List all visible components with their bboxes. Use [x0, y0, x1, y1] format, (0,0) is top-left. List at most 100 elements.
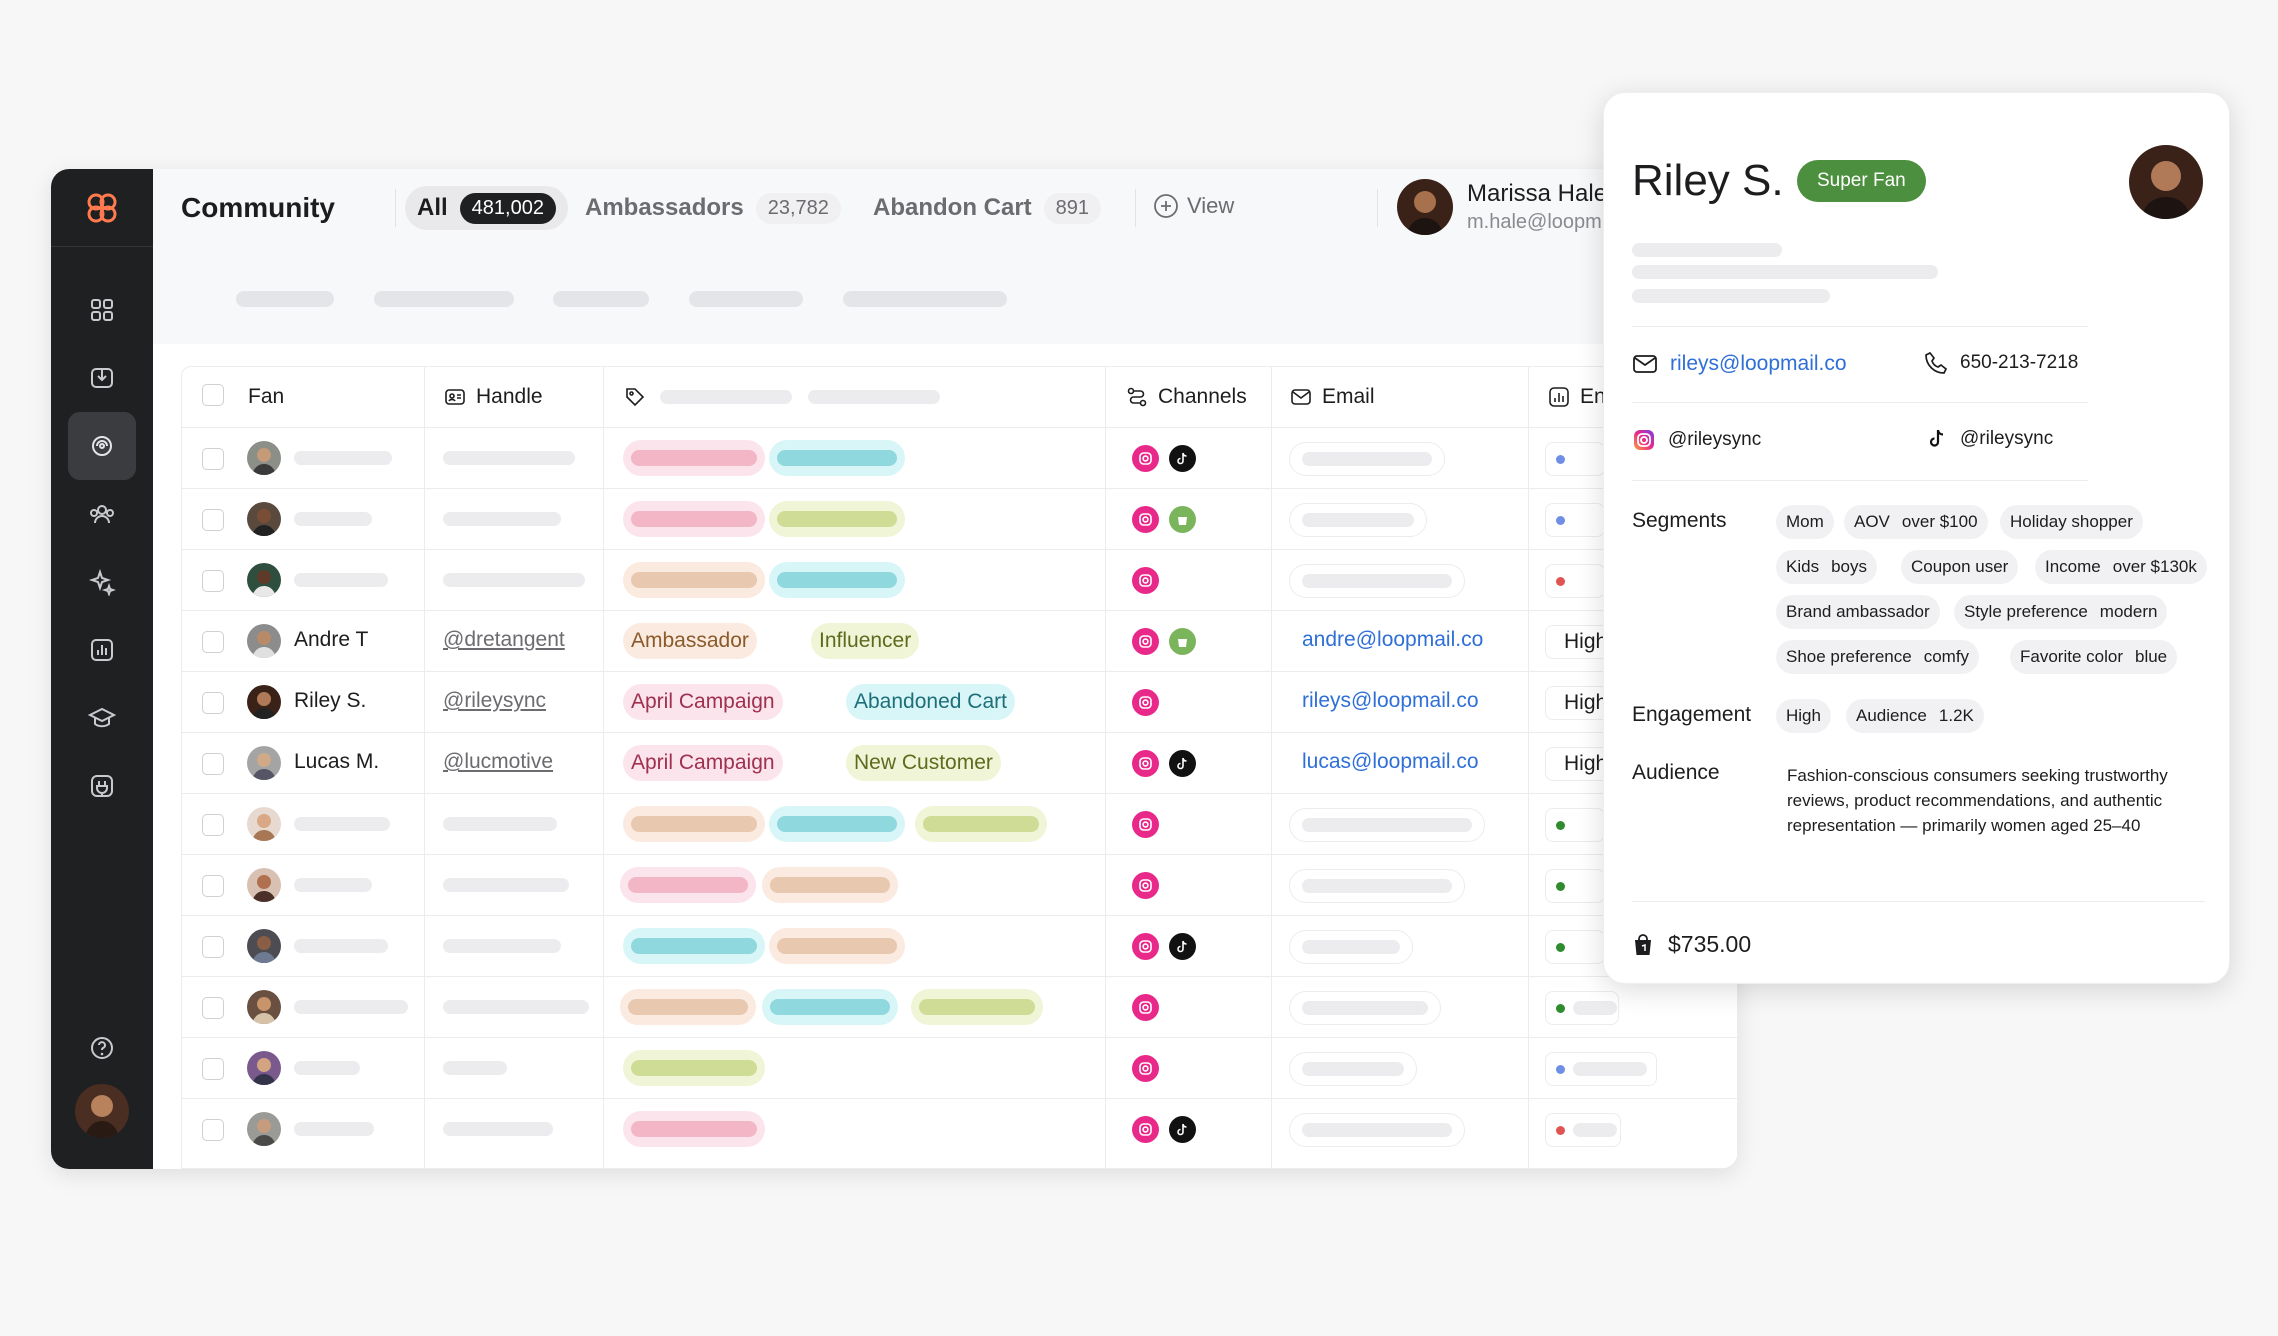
profile-instagram[interactable]: @rileysync [1632, 428, 1761, 452]
table-row[interactable] [182, 427, 1738, 488]
user-profile[interactable]: Marissa Hale m.hale@loopm [1397, 179, 1607, 235]
tiktok-icon[interactable] [1169, 750, 1196, 777]
tag-chip[interactable]: New Customer [846, 745, 1001, 781]
filter-placeholder[interactable] [553, 291, 649, 307]
row-checkbox[interactable] [202, 448, 224, 470]
segment-chip[interactable]: Holiday shopper [2000, 505, 2143, 539]
row-checkbox[interactable] [202, 509, 224, 531]
instagram-icon[interactable] [1132, 628, 1159, 655]
add-view-button[interactable]: View [1153, 193, 1234, 219]
instagram-icon[interactable] [1132, 933, 1159, 960]
instagram-icon[interactable] [1132, 567, 1159, 594]
nav-community[interactable] [68, 412, 136, 480]
column-header-email[interactable]: Email [1290, 367, 1375, 427]
fan-email[interactable]: andre@loopmail.co [1302, 628, 1483, 652]
column-header-handle[interactable]: Handle [444, 367, 543, 427]
nav-learn[interactable] [68, 684, 136, 752]
segment-chip[interactable]: AOV over $100 [1844, 505, 1988, 539]
tiktok-icon[interactable] [1169, 445, 1196, 472]
instagram-icon[interactable] [1132, 506, 1159, 533]
instagram-icon[interactable] [1132, 750, 1159, 777]
fan-email[interactable]: lucas@loopmail.co [1302, 750, 1479, 774]
row-checkbox[interactable] [202, 570, 224, 592]
nav-ai[interactable] [68, 548, 136, 616]
row-checkbox[interactable] [202, 936, 224, 958]
fan-email[interactable]: rileys@loopmail.co [1302, 689, 1479, 713]
instagram-icon[interactable] [1132, 994, 1159, 1021]
column-header-tags[interactable] [624, 367, 940, 427]
row-checkbox[interactable] [202, 631, 224, 653]
fan-handle[interactable]: @dretangent [443, 628, 565, 652]
table-row[interactable] [182, 915, 1738, 976]
instagram-icon[interactable] [1132, 445, 1159, 472]
table-row[interactable]: Riley S. @rileysync April Campaign Aband… [182, 671, 1738, 732]
filter-placeholder[interactable] [843, 291, 1007, 307]
tiktok-icon[interactable] [1169, 933, 1196, 960]
row-checkbox[interactable] [202, 997, 224, 1019]
table-row[interactable] [182, 854, 1738, 915]
segment-chip[interactable]: Style preference modern [1954, 595, 2168, 629]
table-row[interactable] [182, 549, 1738, 610]
column-header-channels[interactable]: Channels [1126, 367, 1247, 427]
nav-dashboard[interactable] [68, 276, 136, 344]
profile-tiktok[interactable]: @rileysync [1926, 428, 2053, 450]
select-all-checkbox[interactable] [202, 384, 224, 406]
column-header-engagement[interactable]: En [1548, 367, 1606, 427]
table-row[interactable] [182, 488, 1738, 549]
instagram-icon[interactable] [1132, 689, 1159, 716]
fan-name[interactable]: Lucas M. [294, 750, 379, 774]
tiktok-icon[interactable] [1169, 1116, 1196, 1143]
tag-chip[interactable]: Ambassador [623, 623, 757, 659]
row-checkbox[interactable] [202, 875, 224, 897]
nav-help[interactable] [68, 1014, 136, 1082]
segment-chip[interactable]: Brand ambassador [1776, 595, 1940, 629]
fan-name[interactable]: Riley S. [294, 689, 366, 713]
table-row[interactable] [182, 976, 1738, 1037]
nav-inbox[interactable] [68, 344, 136, 412]
table-row[interactable] [182, 1098, 1738, 1159]
instagram-icon[interactable] [1132, 872, 1159, 899]
table-row[interactable] [182, 793, 1738, 854]
instagram-icon[interactable] [1132, 811, 1159, 838]
filter-placeholder[interactable] [689, 291, 803, 307]
profile-email[interactable]: rileys@loopmail.co [1632, 351, 1847, 377]
table-row[interactable]: Lucas M. @lucmotive April Campaign New C… [182, 732, 1738, 793]
segment-chip[interactable]: Shoe preference comfy [1776, 640, 1980, 674]
app-logo[interactable] [51, 169, 153, 247]
nav-people[interactable] [68, 480, 136, 548]
tag-chip[interactable]: April Campaign [623, 684, 783, 720]
nav-analytics[interactable] [68, 616, 136, 684]
row-checkbox[interactable] [202, 1058, 224, 1080]
filter-placeholder[interactable] [236, 291, 334, 307]
fan-name[interactable]: Andre T [294, 628, 368, 652]
nav-integrations[interactable] [68, 752, 136, 820]
segment-chip[interactable]: Favorite color blue [2010, 640, 2178, 674]
sidebar-user-avatar[interactable] [75, 1084, 129, 1138]
shopify-icon[interactable] [1169, 628, 1196, 655]
row-checkbox[interactable] [202, 753, 224, 775]
row-checkbox[interactable] [202, 1119, 224, 1141]
tag-chip[interactable]: April Campaign [623, 745, 783, 781]
table-row[interactable] [182, 1037, 1738, 1098]
segment-chip[interactable]: Coupon user [1901, 550, 2019, 584]
tab-ambassadors[interactable]: Ambassadors 23,782 [573, 186, 853, 230]
shopify-icon[interactable] [1169, 506, 1196, 533]
tag-chip[interactable]: Abandoned Cart [846, 684, 1015, 720]
instagram-icon[interactable] [1132, 1116, 1159, 1143]
profile-phone[interactable]: 650-213-7218 [1924, 351, 2078, 375]
super-fan-badge: Super Fan [1797, 160, 1926, 202]
table-row[interactable]: Andre T @dretangent Ambassador Influence… [182, 610, 1738, 671]
instagram-icon[interactable] [1132, 1055, 1159, 1082]
tab-abandon-cart[interactable]: Abandon Cart 891 [861, 186, 1113, 230]
tab-all[interactable]: All 481,002 [405, 186, 568, 230]
tag-chip[interactable]: Influencer [811, 623, 920, 659]
segment-chip[interactable]: Income over $130k [2035, 550, 2207, 584]
row-checkbox[interactable] [202, 692, 224, 714]
row-checkbox[interactable] [202, 814, 224, 836]
filter-placeholder[interactable] [374, 291, 514, 307]
segment-chip[interactable]: Mom [1776, 505, 1834, 539]
fan-handle[interactable]: @lucmotive [443, 750, 553, 774]
column-header-fan[interactable]: Fan [248, 367, 284, 427]
fan-handle[interactable]: @rileysync [443, 689, 546, 713]
segment-chip[interactable]: Kids boys [1776, 550, 1877, 584]
